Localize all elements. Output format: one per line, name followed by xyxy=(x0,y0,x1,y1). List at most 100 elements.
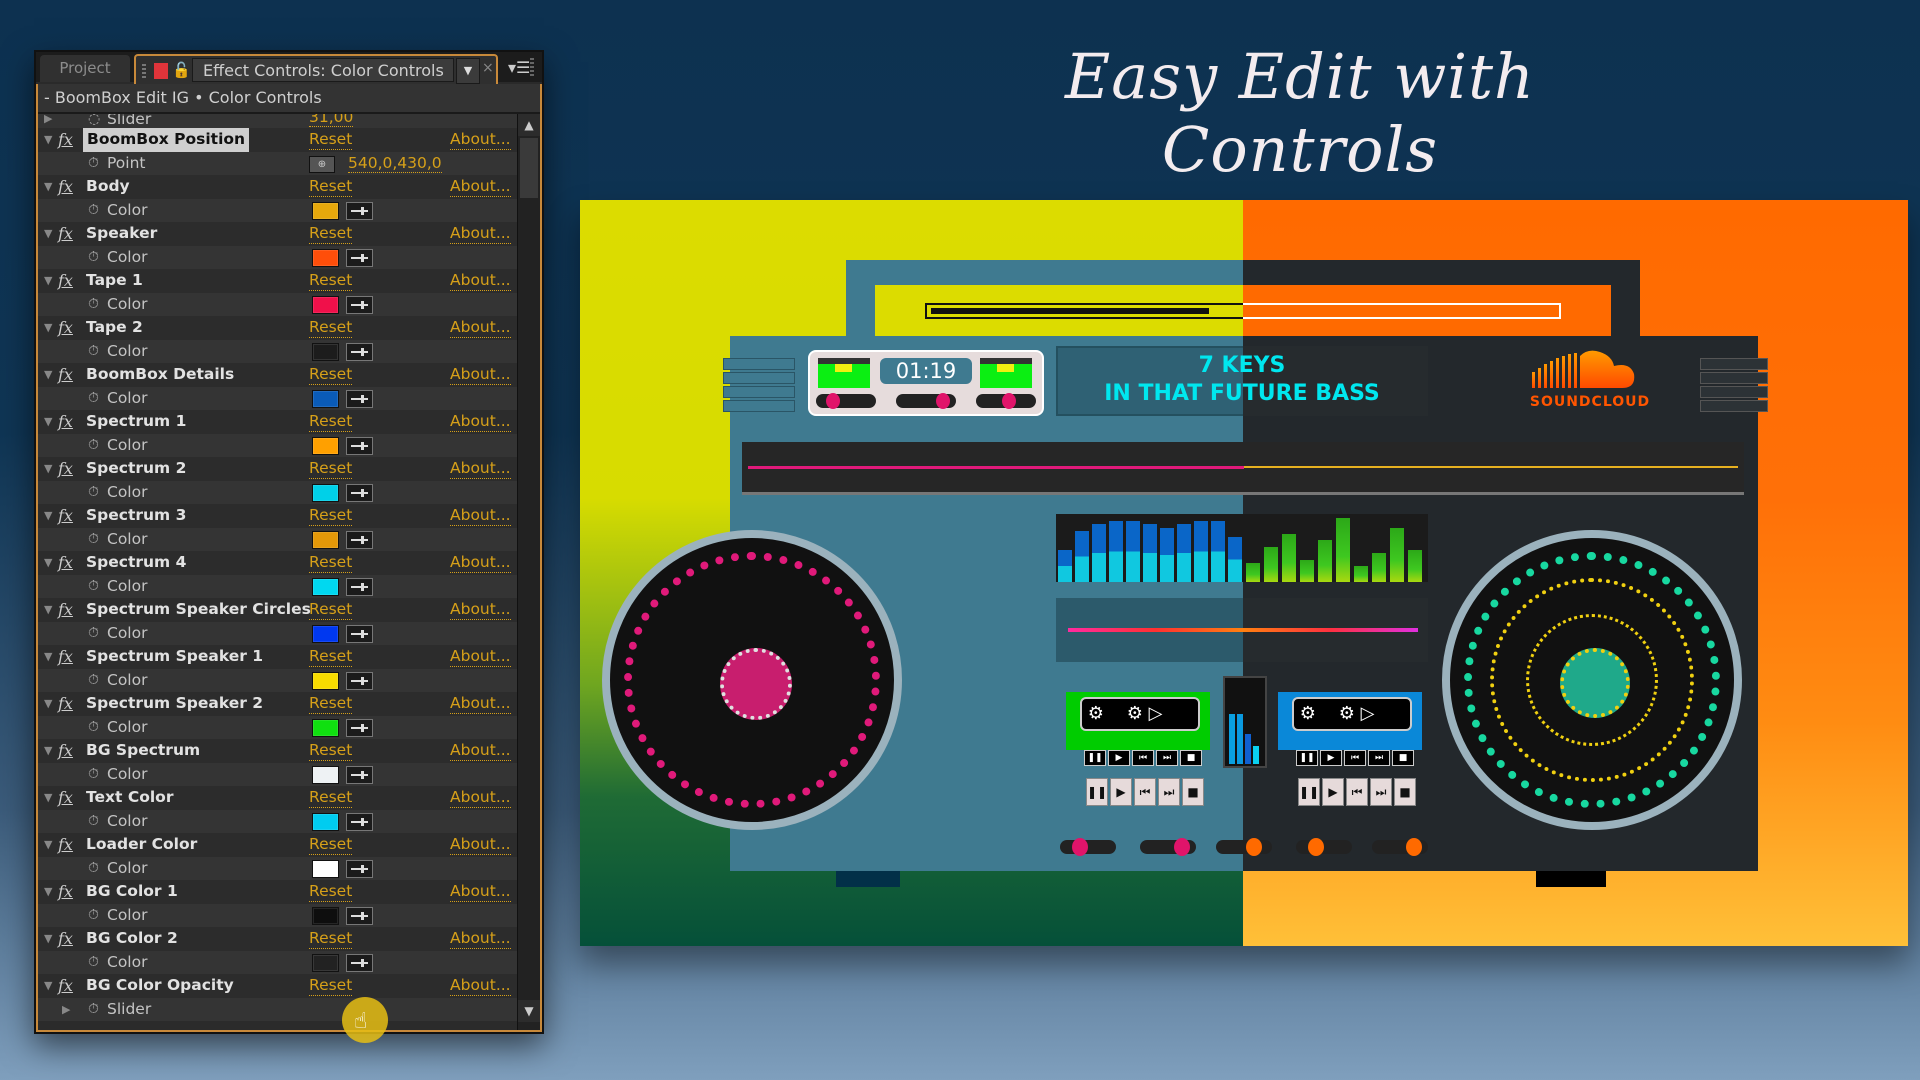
color-swatch[interactable] xyxy=(312,859,339,878)
reset-link[interactable]: Reset xyxy=(309,881,353,902)
eyedropper-icon[interactable] xyxy=(346,812,373,831)
collapse-triangle-icon[interactable]: ▼ xyxy=(44,692,52,716)
effect-name[interactable]: Spectrum Speaker Circles xyxy=(86,598,311,622)
color-swatch[interactable] xyxy=(312,483,339,502)
eyedropper-icon[interactable] xyxy=(346,577,373,596)
collapse-triangle-icon[interactable]: ▼ xyxy=(44,363,52,387)
reset-link[interactable]: Reset xyxy=(309,552,353,573)
effect-name[interactable]: Text Color xyxy=(86,786,173,810)
color-swatch[interactable] xyxy=(312,718,339,737)
fx-icon[interactable]: fx xyxy=(58,269,73,293)
collapse-triangle-icon[interactable]: ▼ xyxy=(44,880,52,904)
effect-name[interactable]: BG Color 1 xyxy=(86,880,178,904)
eyedropper-icon[interactable] xyxy=(346,342,373,361)
fx-icon[interactable]: fx xyxy=(58,786,73,810)
stopwatch-icon[interactable]: ⏱ xyxy=(88,951,99,975)
about-link[interactable]: About... xyxy=(450,646,511,667)
stopwatch-icon[interactable]: ⏱ xyxy=(88,434,99,458)
eyedropper-icon[interactable] xyxy=(346,295,373,314)
eyedropper-icon[interactable] xyxy=(346,906,373,925)
reset-link[interactable]: Reset xyxy=(309,364,353,385)
slider-value[interactable]: 31,00 xyxy=(309,114,354,127)
effect-name[interactable]: Spectrum 3 xyxy=(86,504,186,528)
eyedropper-icon[interactable] xyxy=(346,436,373,455)
about-link[interactable]: About... xyxy=(450,505,511,526)
fx-icon[interactable]: fx xyxy=(58,175,73,199)
reset-link[interactable]: Reset xyxy=(309,834,353,855)
fx-icon[interactable]: fx xyxy=(58,222,73,246)
collapse-triangle-icon[interactable]: ▼ xyxy=(44,551,52,575)
effect-name[interactable]: Loader Color xyxy=(86,833,197,857)
collapse-triangle-icon[interactable]: ▼ xyxy=(44,222,52,246)
collapse-triangle-icon[interactable]: ▼ xyxy=(44,786,52,810)
effect-name[interactable]: Spectrum 1 xyxy=(86,410,186,434)
effect-name[interactable]: Spectrum 2 xyxy=(86,457,186,481)
color-swatch[interactable] xyxy=(312,671,339,690)
color-swatch[interactable] xyxy=(312,342,339,361)
chevron-down-icon[interactable]: ▼ xyxy=(456,58,480,84)
point-value[interactable]: 540,0,430,0 xyxy=(348,154,442,173)
drag-grip-icon[interactable] xyxy=(530,58,534,78)
stopwatch-icon[interactable]: ⏱ xyxy=(88,998,99,1022)
stopwatch-icon[interactable]: ⏱ xyxy=(88,575,99,599)
about-link[interactable]: About... xyxy=(450,599,511,620)
collapse-triangle-icon[interactable]: ▼ xyxy=(44,457,52,481)
stopwatch-icon[interactable]: ⏱ xyxy=(88,810,99,834)
color-swatch[interactable] xyxy=(312,436,339,455)
fx-icon[interactable]: fx xyxy=(58,880,73,904)
eyedropper-icon[interactable] xyxy=(346,671,373,690)
reset-link[interactable]: Reset xyxy=(309,411,353,432)
expand-triangle-icon[interactable]: ▶ xyxy=(44,114,52,124)
fx-icon[interactable]: fx xyxy=(58,504,73,528)
collapse-triangle-icon[interactable]: ▼ xyxy=(44,833,52,857)
stopwatch-icon[interactable]: ⏱ xyxy=(88,340,99,364)
effect-name[interactable]: BG Color 2 xyxy=(86,927,178,951)
stopwatch-icon[interactable]: ⏱ xyxy=(88,481,99,505)
stopwatch-icon[interactable]: ⏱ xyxy=(88,152,99,176)
eyedropper-icon[interactable] xyxy=(346,248,373,267)
tab-effect-controls[interactable]: 🔓 Effect Controls: Color Controls ▼ × xyxy=(134,54,498,86)
scrollbar[interactable]: ▲ ▼ xyxy=(517,114,540,1030)
effect-name[interactable]: BG Color Opacity xyxy=(86,974,234,998)
reset-link[interactable]: Reset xyxy=(309,317,353,338)
effect-name[interactable]: BoomBox Position xyxy=(83,128,250,152)
about-link[interactable]: About... xyxy=(450,928,511,949)
color-swatch[interactable] xyxy=(312,953,339,972)
color-swatch[interactable] xyxy=(312,201,339,220)
color-swatch[interactable] xyxy=(312,906,339,925)
eyedropper-icon[interactable] xyxy=(346,389,373,408)
scroll-up-icon[interactable]: ▲ xyxy=(518,114,540,136)
effect-name[interactable]: Tape 1 xyxy=(86,269,143,293)
fx-icon[interactable]: fx xyxy=(58,457,73,481)
effect-name[interactable]: Speaker xyxy=(86,222,157,246)
reset-link[interactable]: Reset xyxy=(309,928,353,949)
about-link[interactable]: About... xyxy=(450,223,511,244)
about-link[interactable]: About... xyxy=(450,129,511,150)
collapse-triangle-icon[interactable]: ▼ xyxy=(44,739,52,763)
reset-link[interactable]: Reset xyxy=(309,458,353,479)
stopwatch-icon[interactable]: ◌ xyxy=(88,114,100,126)
fx-icon[interactable]: fx xyxy=(58,316,73,340)
eyedropper-icon[interactable] xyxy=(346,859,373,878)
drag-grip-icon[interactable] xyxy=(142,64,146,80)
eyedropper-icon[interactable] xyxy=(346,953,373,972)
collapse-triangle-icon[interactable]: ▼ xyxy=(44,175,52,199)
eyedropper-icon[interactable] xyxy=(346,718,373,737)
collapse-triangle-icon[interactable]: ▼ xyxy=(44,927,52,951)
collapse-triangle-icon[interactable]: ▼ xyxy=(44,974,52,998)
close-icon[interactable]: × xyxy=(482,60,494,76)
fx-icon[interactable]: fx xyxy=(58,598,73,622)
color-swatch[interactable] xyxy=(312,248,339,267)
fx-icon[interactable]: fx xyxy=(58,974,73,998)
scroll-down-icon[interactable]: ▼ xyxy=(518,1000,540,1022)
crosshair-icon[interactable]: ⊕ xyxy=(309,155,335,173)
fx-icon[interactable]: fx xyxy=(58,128,73,152)
effect-name[interactable]: Body xyxy=(86,175,130,199)
color-swatch[interactable] xyxy=(312,812,339,831)
about-link[interactable]: About... xyxy=(450,787,511,808)
about-link[interactable]: About... xyxy=(450,176,511,197)
about-link[interactable]: About... xyxy=(450,881,511,902)
effect-name[interactable]: Spectrum Speaker 1 xyxy=(86,645,263,669)
collapse-triangle-icon[interactable]: ▼ xyxy=(44,598,52,622)
about-link[interactable]: About... xyxy=(450,411,511,432)
